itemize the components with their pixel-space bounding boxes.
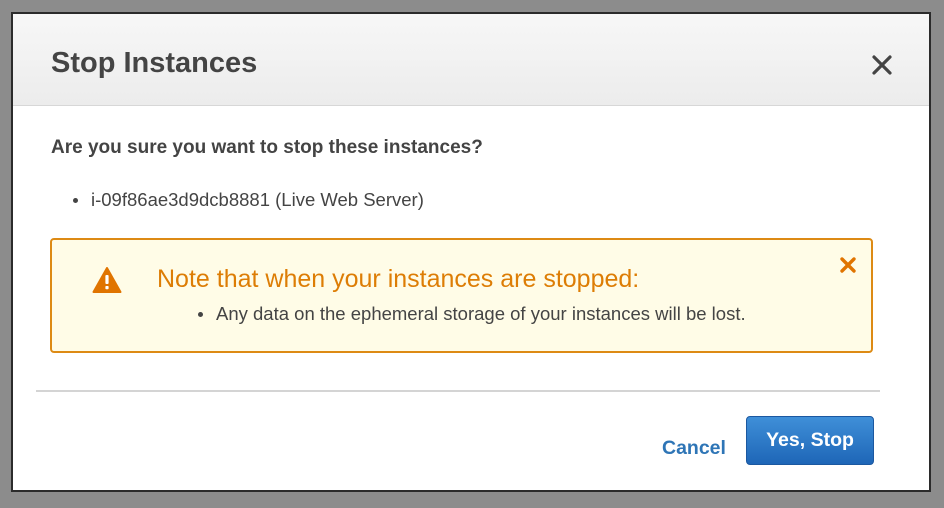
- warning-list: Any data on the ephemeral storage of you…: [198, 302, 746, 326]
- warning-list-item: Any data on the ephemeral storage of you…: [198, 302, 746, 326]
- instance-label: i-09f86ae3d9dcb8881 (Live Web Server): [91, 189, 424, 210]
- dialog-header: Stop Instances: [13, 14, 929, 106]
- confirmation-question: Are you sure you want to stop these inst…: [51, 137, 483, 158]
- warning-title: Note that when your instances are stoppe…: [157, 265, 640, 293]
- warning-item-text: Any data on the ephemeral storage of you…: [216, 303, 746, 324]
- close-button[interactable]: [869, 52, 895, 78]
- dismiss-icon: [840, 257, 856, 273]
- yes-stop-button[interactable]: Yes, Stop: [746, 416, 874, 465]
- bullet-icon: [73, 198, 78, 203]
- dialog-title: Stop Instances: [51, 47, 258, 79]
- cancel-button[interactable]: Cancel: [662, 436, 726, 460]
- stop-instances-dialog: Stop Instances Are you sure you want to …: [11, 12, 931, 492]
- instance-list-item: i-09f86ae3d9dcb8881 (Live Web Server): [73, 188, 424, 212]
- footer-divider: [36, 390, 880, 392]
- warning-icon: [92, 267, 122, 293]
- close-icon: [872, 55, 892, 75]
- dialog-body: Are you sure you want to stop these inst…: [13, 106, 929, 492]
- warning-dismiss-button[interactable]: [839, 256, 857, 274]
- instance-list: i-09f86ae3d9dcb8881 (Live Web Server): [73, 188, 424, 212]
- warning-alert: Note that when your instances are stoppe…: [50, 238, 873, 353]
- bullet-icon: [198, 312, 203, 317]
